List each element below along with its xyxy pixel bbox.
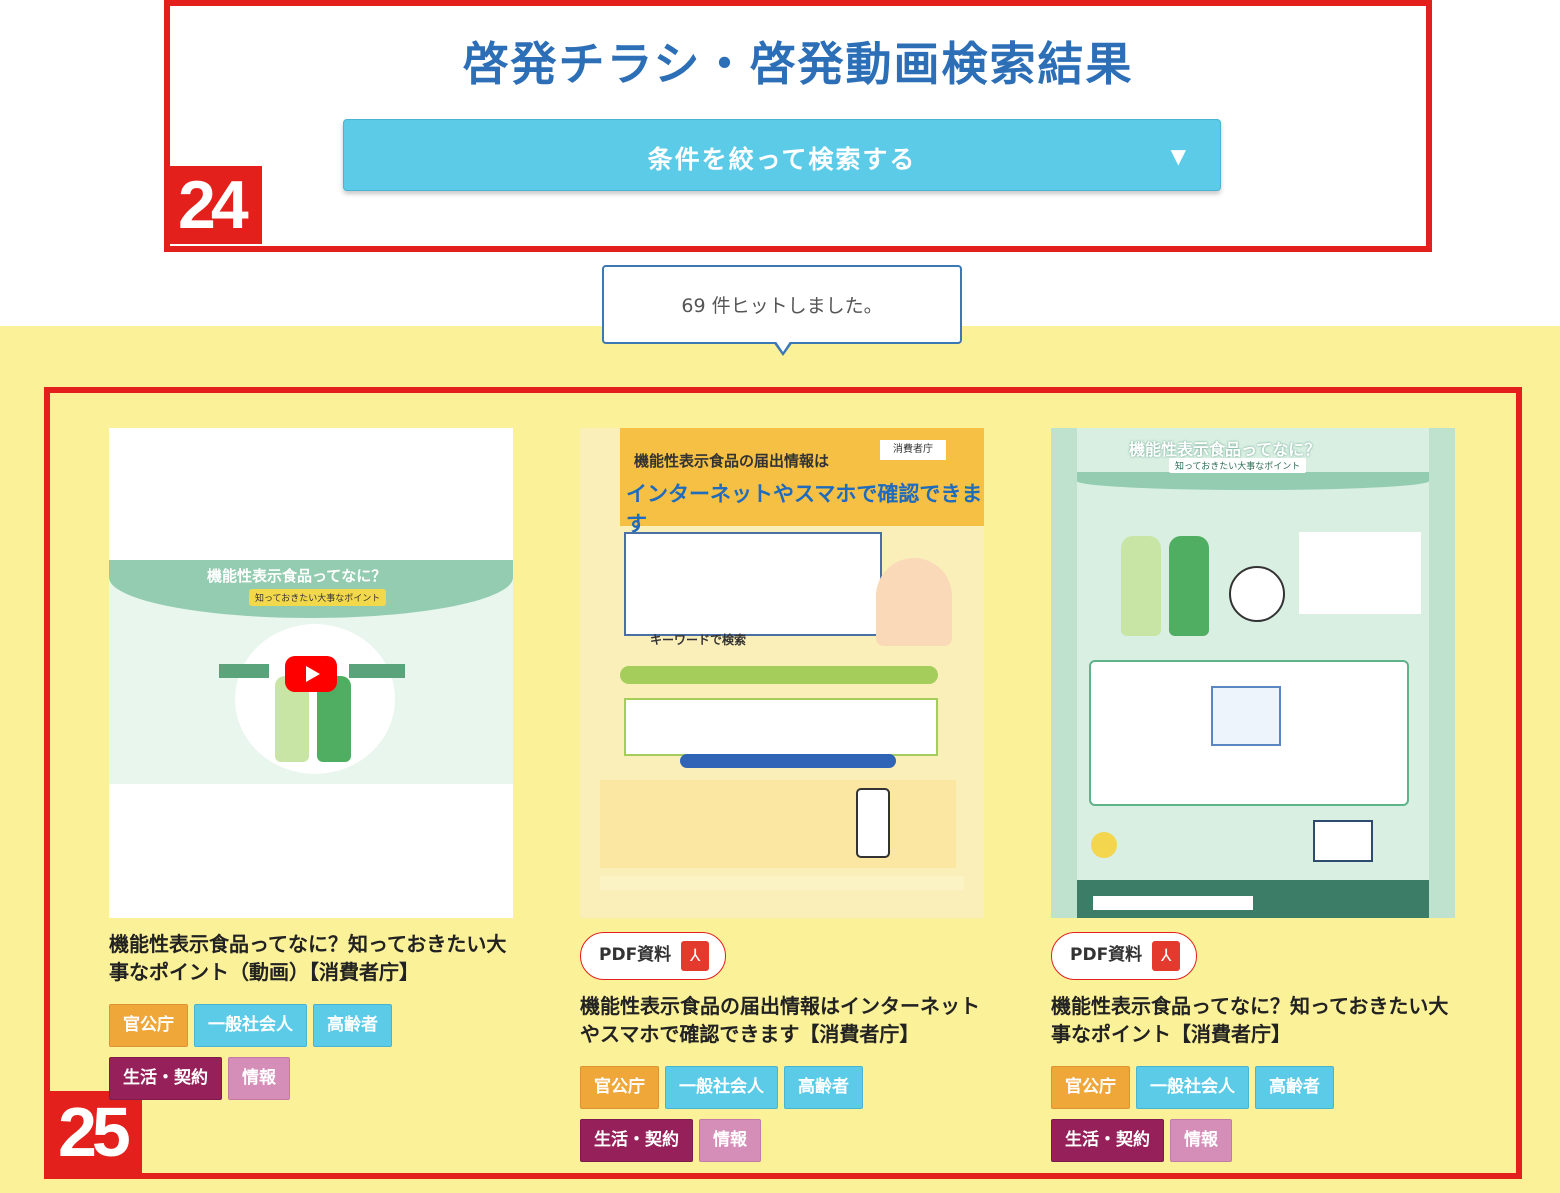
tag-general-public[interactable]: 一般社会人 (1136, 1066, 1249, 1109)
pdf-badge-label: PDF資料 (599, 945, 672, 965)
section-number-badge: 24 (170, 166, 262, 244)
bottle-illustration (1121, 536, 1161, 636)
tag-information[interactable]: 情報 (1170, 1119, 1232, 1162)
tokuho-mark-icon (1229, 566, 1285, 622)
page-title: 啓発チラシ・啓発動画検索結果 (462, 37, 1134, 91)
tag-life-contract[interactable]: 生活・契約 (109, 1057, 222, 1100)
pdf-badge[interactable]: PDF資料 ⅄ (1051, 932, 1198, 980)
tag-information[interactable]: 情報 (228, 1057, 290, 1100)
package-illustration (1211, 686, 1281, 746)
flyer-thumbnail[interactable]: 機能性表示食品ってなに？ 知っておきたい大事なポイント (1051, 428, 1455, 918)
tag-elderly[interactable]: 高齢者 (313, 1004, 392, 1047)
youtube-play-icon[interactable] (285, 656, 337, 692)
thumbnail-keyword: キーワードで検索 (650, 633, 747, 647)
card-title[interactable]: 機能性表示食品ってなに？知っておきたい大事なポイント（動画）【消費者庁】 (109, 930, 513, 986)
computer-illustration (1313, 820, 1373, 862)
filter-search-label: 条件を絞って検索する (647, 145, 917, 174)
tag-list: 官公庁 一般社会人 高齢者 生活・契約 情報 (580, 1066, 984, 1172)
tag-government[interactable]: 官公庁 (109, 1004, 188, 1047)
pdf-badge-label: PDF資料 (1070, 945, 1143, 965)
tag-general-public[interactable]: 一般社会人 (665, 1066, 778, 1109)
tag-list: 官公庁 一般社会人 高齢者 生活・契約 情報 (109, 1004, 513, 1110)
thumbnail-line1: 機能性表示食品の届出情報は (634, 452, 830, 470)
tag-general-public[interactable]: 一般社会人 (194, 1004, 307, 1047)
pdf-badge[interactable]: PDF資料 ⅄ (580, 932, 727, 980)
result-card: 消費者庁 機能性表示食品の届出情報は インターネットやスマホで確認できます キー… (580, 428, 984, 1172)
card-title[interactable]: 機能性表示食品ってなに？知っておきたい大事なポイント【消費者庁】 (1051, 992, 1455, 1048)
lightbulb-icon (1091, 832, 1117, 858)
hit-count: 69 件ヒットしました。 (602, 265, 962, 344)
screen-illustration (624, 532, 882, 636)
pdf-icon: ⅄ (681, 941, 710, 971)
page: 啓発チラシ・啓発動画検索結果 条件を絞って検索する ▼ 24 69 件ヒットしま… (0, 0, 1560, 1193)
caret-down-icon: ▼ (1170, 144, 1186, 168)
filter-search-button[interactable]: 条件を絞って検索する ▼ (343, 119, 1221, 191)
thumbnail-subtitle: 知っておきたい大事なポイント (1169, 458, 1307, 473)
flyer-thumbnail[interactable]: 消費者庁 機能性表示食品の届出情報は インターネットやスマホで確認できます キー… (580, 428, 984, 918)
tag-life-contract[interactable]: 生活・契約 (580, 1119, 693, 1162)
result-card: 機能性表示食品ってなに？ 知っておきたい大事なポイント 機能性表示食品ってなに？… (109, 428, 513, 1110)
tag-elderly[interactable]: 高齢者 (784, 1066, 863, 1109)
thumbnail-title: 機能性表示食品ってなに？ (207, 567, 387, 585)
tag-government[interactable]: 官公庁 (1051, 1066, 1130, 1109)
tag-list: 官公庁 一般社会人 高齢者 生活・契約 情報 (1051, 1066, 1455, 1172)
person-illustration (876, 558, 952, 646)
thumbnail-title: 機能性表示食品ってなに？ (1129, 440, 1321, 459)
search-header-section: 啓発チラシ・啓発動画検索結果 条件を絞って検索する ▼ (164, 0, 1432, 252)
result-card: 機能性表示食品ってなに？ 知っておきたい大事なポイント PDF資料 ⅄ 機能性表示… (1051, 428, 1455, 1172)
tag-information[interactable]: 情報 (699, 1119, 761, 1162)
thumbnail-subtitle: 知っておきたい大事なポイント (249, 589, 387, 606)
card-title[interactable]: 機能性表示食品の届出情報はインターネットやスマホで確認できます【消費者庁】 (580, 992, 984, 1048)
bottle-illustration (1169, 536, 1209, 636)
tag-elderly[interactable]: 高齢者 (1255, 1066, 1334, 1109)
logo: 消費者庁 (880, 440, 946, 460)
tag-life-contract[interactable]: 生活・契約 (1051, 1119, 1164, 1162)
video-thumbnail[interactable]: 機能性表示食品ってなに？ 知っておきたい大事なポイント (109, 428, 513, 918)
thumbnail-line2: インターネットやスマホで確認できます (626, 482, 983, 536)
pdf-icon: ⅄ (1152, 941, 1181, 971)
phone-illustration (856, 788, 890, 858)
tag-government[interactable]: 官公庁 (580, 1066, 659, 1109)
